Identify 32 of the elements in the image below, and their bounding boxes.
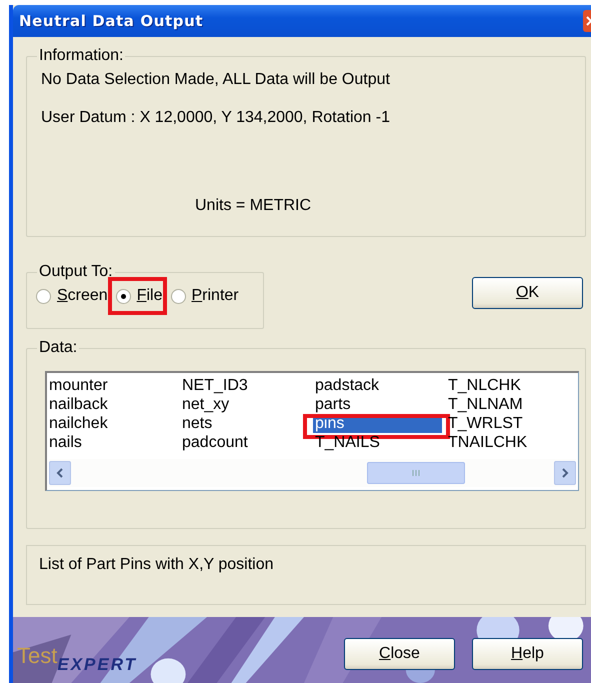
list-item[interactable]: nets <box>180 414 313 433</box>
list-item[interactable]: parts <box>313 395 446 414</box>
list-item[interactable]: padcount <box>180 433 313 452</box>
description-text: List of Part Pins with X,Y position <box>39 556 274 574</box>
list-item[interactable]: TNAILCHK <box>446 433 579 452</box>
list-item[interactable]: T_NAILS <box>313 433 446 452</box>
list-item[interactable]: T_NLCHK <box>446 376 579 395</box>
info-text: User Datum : X 12,0000, Y 134,2000, Rotation -1 <box>41 109 391 127</box>
scroll-thumb[interactable] <box>367 462 465 484</box>
radio-option[interactable]: File <box>114 285 164 307</box>
list-item[interactable]: T_NLNAM <box>446 395 579 414</box>
radio-option[interactable]: Screen <box>34 285 110 307</box>
horizontal-scrollbar[interactable] <box>49 459 576 487</box>
group-label: Output To: <box>38 263 114 281</box>
window-title: Neutral Data Output <box>19 12 204 30</box>
dialog-button[interactable]: Help <box>472 638 583 670</box>
list-item[interactable]: padstack <box>313 376 446 395</box>
group-label: Data: <box>38 339 78 357</box>
list-item[interactable]: nailback <box>47 395 180 414</box>
group-label: Information: <box>38 47 124 65</box>
list-item[interactable]: nails <box>47 433 180 452</box>
logo-text: Test <box>17 643 58 669</box>
dialog-button[interactable]: Close <box>344 638 455 670</box>
logo-text: EXPERT <box>57 655 138 675</box>
info-text: No Data Selection Made, ALL Data will be Output <box>41 71 391 89</box>
units-text: Units = METRIC <box>195 197 312 215</box>
list-item[interactable]: nailchek <box>47 414 180 433</box>
list-item[interactable]: net_xy <box>180 395 313 414</box>
list-item[interactable]: NET_ID3 <box>180 376 313 395</box>
list-item[interactable]: mounter <box>47 376 180 395</box>
ok-button[interactable]: OK <box>472 277 583 309</box>
radio-option[interactable]: Printer <box>168 285 241 307</box>
